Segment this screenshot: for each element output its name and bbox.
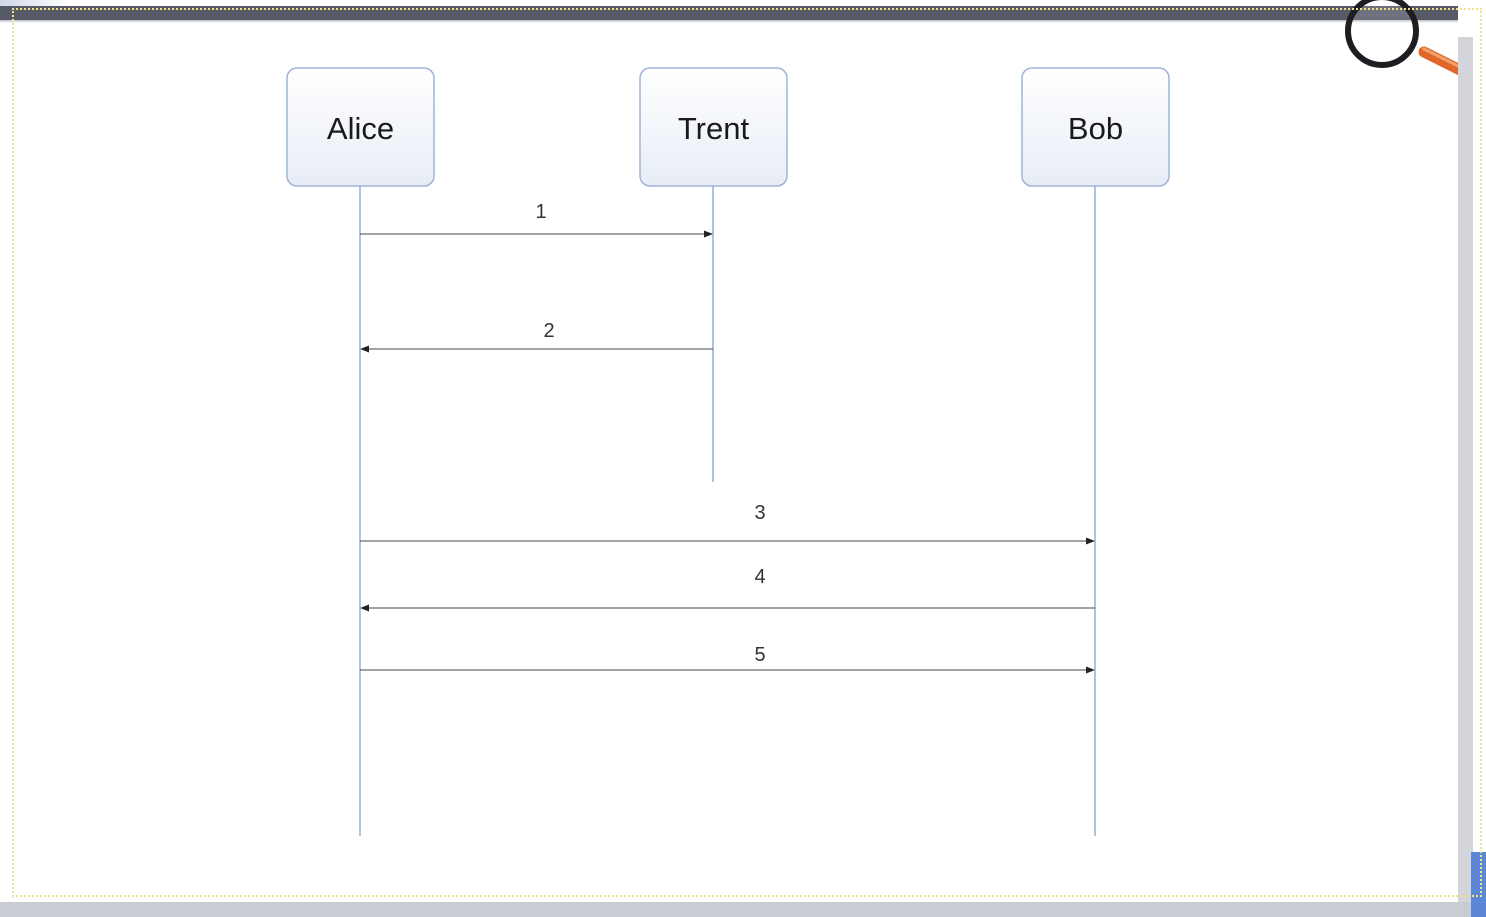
vertical-scrollbar[interactable] — [1458, 37, 1473, 905]
participant-bob[interactable]: Bob — [1021, 67, 1170, 187]
corner-accent — [1471, 852, 1486, 917]
message-4[interactable]: 4 — [360, 566, 1095, 612]
message-3[interactable]: 3 — [360, 502, 1095, 545]
horizontal-scrollbar[interactable] — [0, 902, 1486, 917]
message-label-2: 2 — [543, 320, 554, 342]
message-label-1: 1 — [535, 201, 546, 223]
message-label-5: 5 — [754, 644, 765, 666]
message-2[interactable]: 2 — [360, 320, 713, 353]
message-1[interactable]: 1 — [360, 201, 713, 238]
message-label-3: 3 — [754, 502, 765, 524]
participant-alice[interactable]: Alice — [286, 67, 435, 187]
message-5[interactable]: 5 — [360, 644, 1095, 674]
message-label-4: 4 — [754, 566, 765, 588]
participant-label-bob: Bob — [1068, 111, 1123, 146]
participant-label-trent: Trent — [678, 111, 750, 146]
sequence-diagram: Alice Trent Bob 1 2 3 4 5 — [286, 0, 1472, 836]
magnifier-icon[interactable] — [1345, 0, 1472, 79]
participant-trent[interactable]: Trent — [639, 67, 788, 187]
participant-label-alice: Alice — [327, 111, 394, 146]
